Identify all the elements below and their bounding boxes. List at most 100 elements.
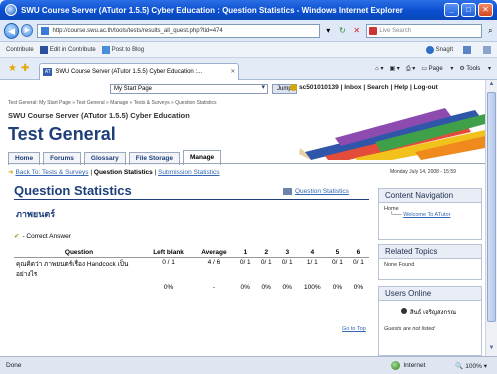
column-header: 4	[297, 248, 327, 258]
page-title: Question Statistics	[14, 183, 132, 198]
related-topics-box: Related Topics None Found	[378, 244, 482, 280]
command-bar: ⌂ ▾ ▣ ▾ ⎙ ▾ ▭ Page ▾ ⚙ Tools ▾	[375, 65, 497, 73]
course-title: Test General	[8, 124, 116, 144]
welcome-link[interactable]: Welcome To ATutor	[403, 212, 450, 218]
column-header: 6	[347, 248, 369, 258]
post-to-blog-link[interactable]: Post to Blog	[101, 45, 144, 54]
tab-close-icon[interactable]: ✕	[230, 68, 235, 75]
minimize-button[interactable]: _	[444, 3, 459, 17]
contribute-link[interactable]: Contribute	[6, 47, 34, 53]
online-user[interactable]: สินธ์ เจริญสงกรณ	[401, 307, 481, 317]
back-arrow-icon: ➜	[8, 169, 14, 176]
security-zone: Internet	[391, 361, 425, 370]
add-favorites-icon[interactable]: ✚	[21, 63, 29, 74]
snagit-capture-icon[interactable]	[463, 45, 473, 54]
feeds-icon[interactable]: ▣ ▾	[389, 65, 399, 72]
choice-pct: 0%	[282, 284, 292, 291]
snagit-icon	[425, 45, 434, 54]
close-button[interactable]: ✕	[478, 3, 493, 17]
choice-pct: 0%	[240, 284, 250, 291]
jump-bar: My Start Page Jump	[110, 84, 297, 94]
date-text: Monday July 14, 2008 - 15:59	[390, 169, 456, 175]
average-cell: 4 / 6	[207, 259, 221, 266]
globe-icon	[391, 361, 401, 370]
column-header: Question	[14, 248, 144, 258]
dropdown-icon[interactable]: ▾	[323, 25, 334, 37]
search-placeholder: Live Search	[379, 27, 412, 34]
scroll-up-icon[interactable]: ▲	[487, 81, 496, 91]
ie-icon	[5, 4, 17, 16]
choice-pct: 0%	[353, 284, 364, 291]
site-name: SWU Course Server (ATutor 1.5.5) Cyber E…	[8, 111, 190, 120]
statistics-icon	[283, 188, 292, 195]
maximize-button[interactable]: □	[461, 3, 476, 17]
snagit-window-icon[interactable]	[483, 45, 493, 54]
vertical-scrollbar[interactable]: ▲ ▼	[485, 80, 497, 356]
current-page-label: Question Statistics	[93, 169, 153, 176]
tabs-bar: ★ ✚ AT SWU Course Server (ATutor 1.5.5) …	[0, 58, 497, 80]
links-bar: Contribute Edit in Contribute Post to Bl…	[0, 42, 497, 58]
favorites-star-icon[interactable]: ★	[8, 63, 17, 74]
search-icon[interactable]: ⌕	[484, 24, 497, 38]
heading-divider	[14, 199, 369, 200]
scroll-down-icon[interactable]: ▼	[487, 345, 496, 355]
jump-select[interactable]: My Start Page	[110, 84, 268, 94]
left-blank-cell: 0 / 1	[162, 259, 175, 266]
choice-pct: 100%	[304, 284, 321, 291]
snagit-link[interactable]: SnagIt	[425, 45, 453, 54]
choice-cell: 0/ 1	[332, 259, 343, 266]
related-topics-title: Related Topics	[379, 245, 481, 259]
user-links[interactable]: sc501010139 | Inbox | Search | Help | Lo…	[290, 84, 438, 91]
users-online-box: Users Online สินธ์ เจริญสงกรณ Guests are…	[378, 286, 482, 356]
choice-cell: 1/ 1	[306, 259, 318, 266]
zoom-control[interactable]: 🔍 100% ▾	[455, 362, 487, 370]
sub-navigation: ➜ Back To: Tests & Surveys | Question Sta…	[8, 169, 220, 176]
forward-button[interactable]: ▶	[21, 24, 34, 37]
content-navigation-title: Content Navigation	[379, 189, 481, 203]
breadcrumb[interactable]: Test General: My Start Page » Test Gener…	[8, 100, 217, 106]
test-title: ภาพยนตร์	[16, 209, 56, 219]
user-icon	[401, 308, 407, 314]
print-icon[interactable]: ⎙ ▾	[406, 65, 415, 73]
edit-in-contribute-link[interactable]: Edit in Contribute	[39, 45, 96, 54]
back-button[interactable]: ◀	[4, 22, 20, 39]
home-icon[interactable]: ⌂ ▾	[375, 65, 383, 72]
page-icon	[41, 26, 50, 35]
statistics-table: Question Left blank Average 1 2 3 4 5 6 …	[14, 248, 369, 292]
choice-pct: 0%	[332, 284, 343, 291]
search-input[interactable]: Live Search	[366, 23, 482, 38]
stop-icon[interactable]: ✕	[351, 25, 362, 37]
pencils-banner-image	[295, 102, 485, 160]
page-content: My Start Page Jump sc501010139 | Inbox |…	[0, 80, 485, 356]
user-icon	[290, 84, 297, 91]
status-bar: Done Internet 🔍 100% ▾	[0, 356, 497, 374]
table-header-row: Question Left blank Average 1 2 3 4 5 6	[14, 248, 369, 258]
average-pct: -	[212, 284, 216, 291]
choice-cell: 0/ 1	[353, 259, 364, 266]
tab-icon: AT	[43, 67, 53, 76]
back-to-tests-link[interactable]: Back To: Tests & Surveys	[15, 169, 88, 176]
submission-statistics-link[interactable]: Submission Statistics	[158, 169, 219, 176]
content-navigation-box: Content Navigation Home └── Welcome To A…	[378, 188, 482, 240]
browser-tab-active[interactable]: AT SWU Course Server (ATutor 1.5.5) Cybe…	[39, 62, 240, 80]
live-search-icon	[369, 26, 378, 35]
guests-note: Guests are not listed	[384, 326, 435, 332]
tab-title: SWU Course Server (ATutor 1.5.5) Cyber E…	[55, 68, 203, 75]
url-field[interactable]: http://course.swu.ac.th/tools/tests/resu…	[37, 23, 320, 38]
question-statistics-link[interactable]: Question Statistics	[283, 188, 349, 195]
url-text: http://course.swu.ac.th/tools/tests/resu…	[52, 27, 223, 34]
tools-menu[interactable]: ⚙ Tools ▾	[459, 65, 491, 72]
refresh-icon[interactable]: ↻	[337, 25, 348, 37]
window-title: SWU Course Server (ATutor 1.5.5) Cyber E…	[21, 5, 403, 15]
column-header: Average	[193, 248, 235, 258]
page-menu[interactable]: ▭ Page ▾	[421, 65, 453, 72]
choice-cell: 0/ 1	[281, 259, 293, 266]
go-to-top-link[interactable]: Go to Top	[342, 326, 366, 332]
choice-cell: 0/ 1	[239, 259, 251, 266]
column-header: 5	[326, 248, 348, 258]
scroll-thumb[interactable]	[487, 92, 496, 322]
tab-divider	[8, 163, 485, 164]
checkmark-icon: ✔	[14, 233, 20, 240]
column-header: 1	[234, 248, 256, 258]
column-header: 3	[276, 248, 298, 258]
